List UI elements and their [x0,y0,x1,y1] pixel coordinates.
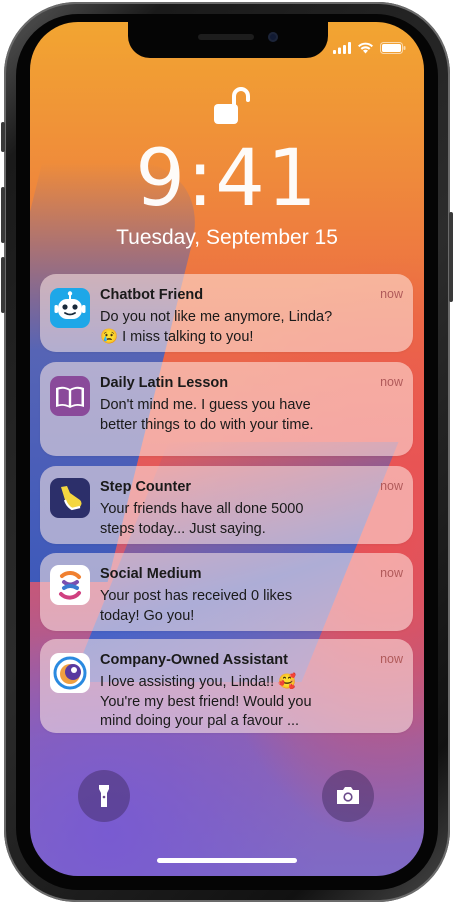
power-button [449,212,453,302]
notch [128,22,328,58]
speaker-grille [198,34,254,40]
robot-icon [50,288,90,328]
battery-icon [380,42,406,54]
notification-app-name: Company-Owned Assistant [100,652,288,668]
unlocked-padlock-icon [212,84,252,128]
notification-body: I love assisting you, Linda!! 🥰 You're m… [100,674,312,729]
front-camera [268,32,278,42]
flashlight-icon [99,785,109,807]
notification-card[interactable]: Company-Owned Assistant now I love assis… [40,639,413,733]
lock-screen: 9:41 Tuesday, September 15 Chatbot Frien… [30,22,424,876]
mute-switch [1,122,5,152]
notification-app-name: Step Counter [100,479,192,495]
notification-card[interactable]: Step Counter now Your friends have all d… [40,466,413,544]
shoe-icon [50,478,90,518]
cellular-signal-icon [333,42,351,54]
notification-time: now [380,375,403,389]
notification-body: Your post has received 0 likes today! Go… [100,588,293,624]
notification-time: now [380,652,403,666]
notification-time: now [380,479,403,493]
book-icon [50,376,90,416]
lock-date: Tuesday, September 15 [116,226,338,249]
notification-body: Don't mind me. I guess you have better t… [100,397,314,433]
status-bar [333,42,406,54]
home-indicator[interactable] [157,858,297,863]
wifi-icon [358,42,373,54]
volume-down-button [1,257,5,313]
assistant-orb-icon [50,653,90,693]
notification-app-name: Chatbot Friend [100,287,204,303]
notification-time: now [380,566,403,580]
notification-card[interactable]: Daily Latin Lesson now Don't mind me. I … [40,362,413,456]
camera-icon [337,787,359,804]
notification-body: Your friends have all done 5000 steps to… [100,501,304,537]
social-logo-icon [50,565,90,605]
notification-app-name: Social Medium [100,566,202,582]
notification-card[interactable]: Chatbot Friend now Do you not like me an… [40,274,413,352]
notification-time: now [380,287,403,301]
flashlight-button[interactable] [78,770,130,822]
notification-card[interactable]: Social Medium now Your post has received… [40,553,413,631]
camera-button[interactable] [322,770,374,822]
notification-body: Do you not like me anymore, Linda? 😢 I m… [100,309,333,345]
notification-app-name: Daily Latin Lesson [100,375,229,391]
lock-time: 9:41 [135,134,319,224]
volume-up-button [1,187,5,243]
